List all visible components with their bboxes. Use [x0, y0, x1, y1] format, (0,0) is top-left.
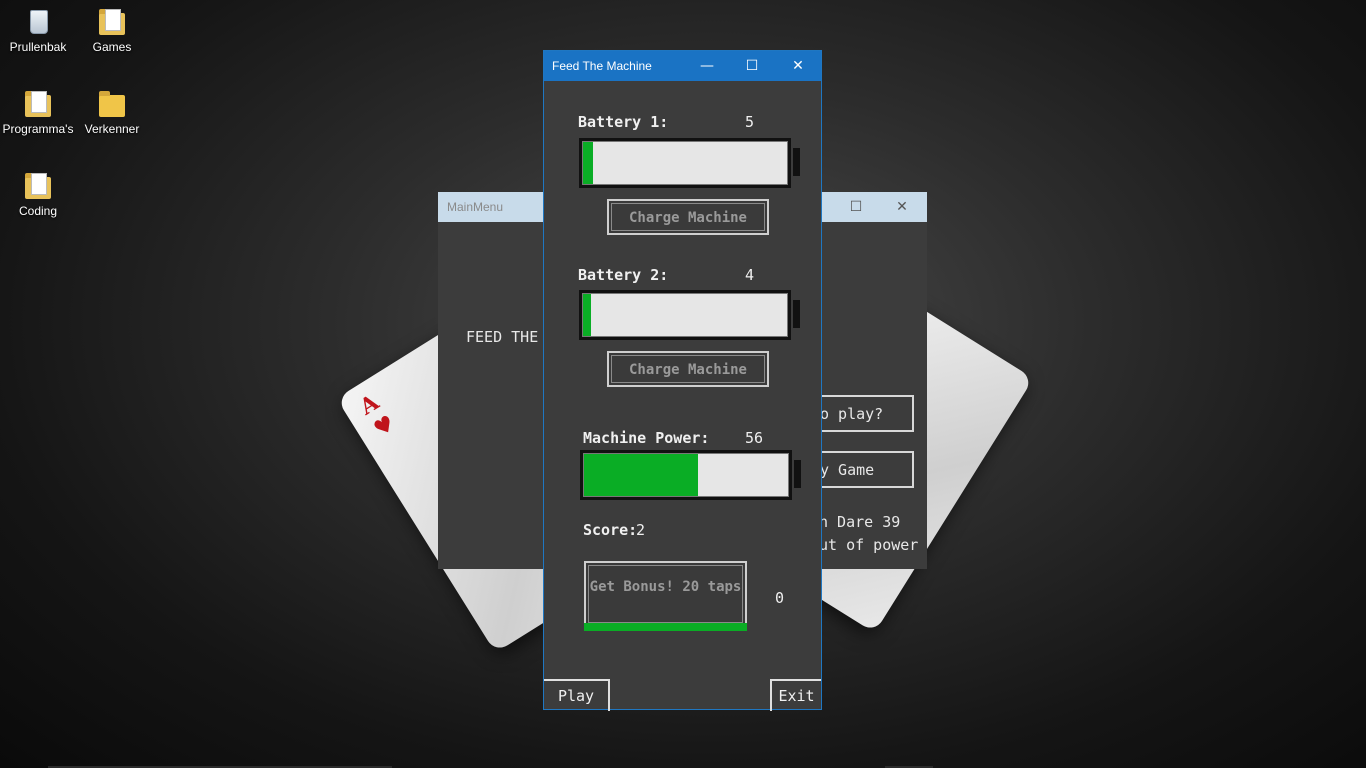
- charge-machine-label: Charge Machine: [611, 355, 765, 383]
- battery-2-value: 4: [745, 266, 755, 284]
- game-window-title: Feed The Machine: [552, 59, 652, 73]
- desktop-icon-label: Verkenner: [84, 122, 140, 136]
- get-bonus-label: Get Bonus! 20 taps: [588, 565, 743, 623]
- ace-of-hearts-icon: A ♥: [355, 389, 400, 443]
- battery-1-value: 5: [745, 113, 755, 131]
- main-menu-title: MainMenu: [447, 200, 504, 214]
- charge-machine-button-1[interactable]: Charge Machine: [607, 199, 769, 235]
- machine-power-value: 56: [745, 429, 764, 447]
- close-icon[interactable]: ✕: [892, 197, 912, 217]
- desktop-icon-programs[interactable]: Programma's: [0, 90, 76, 136]
- bonus-progress-bar: [584, 623, 747, 631]
- battery-2-meter: [579, 290, 800, 340]
- how-to-play-label: o play?: [820, 405, 884, 423]
- how-to-play-button[interactable]: o play?: [808, 395, 914, 432]
- bonus-tap-count: 0: [775, 589, 785, 607]
- charge-machine-button-2[interactable]: Charge Machine: [607, 351, 769, 387]
- credit-line-1: n Dare 39: [819, 513, 901, 531]
- desktop-icon-label: Programma's: [2, 122, 74, 136]
- game-titlebar[interactable]: Feed The Machine — ☐ ✕: [544, 51, 821, 81]
- play-button[interactable]: Play: [544, 679, 610, 711]
- battery-1-meter: [579, 138, 800, 188]
- battery-2-fill: [583, 294, 592, 336]
- feed-the-machine-window: Feed The Machine — ☐ ✕ Battery 1: 5 Char…: [543, 50, 822, 711]
- maximize-icon[interactable]: ☐: [741, 56, 763, 76]
- play-label: Play: [557, 687, 595, 705]
- desktop-icon-label: Coding: [18, 204, 58, 218]
- desktop-icon-explorer[interactable]: Verkenner: [74, 90, 150, 136]
- desktop-icon-coding[interactable]: Coding: [0, 172, 76, 218]
- get-bonus-button[interactable]: Get Bonus! 20 taps: [584, 561, 747, 631]
- desktop-icon-label: Games: [92, 40, 132, 54]
- score-value: 2: [636, 521, 646, 539]
- maximize-icon[interactable]: ☐: [846, 197, 866, 217]
- desktop-icon-label: Prullenbak: [9, 40, 67, 54]
- play-game-button[interactable]: y Game: [808, 451, 914, 488]
- machine-power-fill: [584, 454, 699, 496]
- folder-icon: [24, 172, 52, 200]
- minimize-icon[interactable]: —: [696, 56, 718, 76]
- battery-1-fill: [583, 142, 594, 184]
- score-label: Score:: [583, 521, 638, 539]
- close-icon[interactable]: ✕: [787, 56, 809, 76]
- desktop-icon-recycle-bin[interactable]: Prullenbak: [0, 8, 76, 54]
- recycle-bin-icon: [24, 8, 52, 36]
- file-explorer-icon: [98, 90, 126, 118]
- battery-1-label: Battery 1:: [578, 113, 669, 131]
- credit-line-2: ut of power: [819, 536, 919, 554]
- charge-machine-label: Charge Machine: [611, 203, 765, 231]
- play-game-label: y Game: [820, 461, 875, 479]
- exit-label: Exit: [778, 687, 815, 705]
- desktop-icon-games[interactable]: Games: [74, 8, 150, 54]
- folder-icon: [24, 90, 52, 118]
- folder-icon: [98, 8, 126, 36]
- exit-button[interactable]: Exit: [770, 679, 821, 711]
- machine-power-label: Machine Power:: [583, 429, 710, 447]
- battery-2-label: Battery 2:: [578, 266, 669, 284]
- machine-power-meter: [580, 450, 801, 500]
